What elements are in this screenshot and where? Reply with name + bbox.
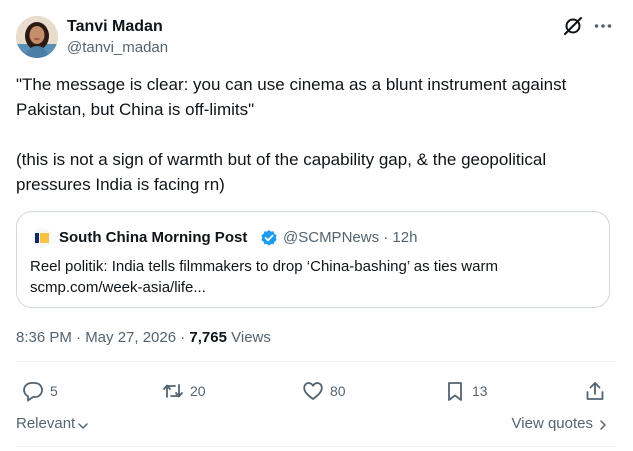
repost-button[interactable]: 20 — [162, 379, 206, 403]
bookmark-button[interactable]: 13 — [444, 379, 488, 403]
tweet-text: "The message is clear: you can use cinem… — [16, 72, 616, 197]
divider — [16, 446, 617, 447]
quoted-link: scmp.com/week-asia/life... — [30, 279, 206, 296]
reply-count: 5 — [50, 383, 58, 399]
reply-sort-dropdown[interactable]: Relevant — [16, 414, 89, 434]
more-icon[interactable] — [592, 15, 614, 37]
author-name[interactable]: Tanvi Madan — [67, 17, 163, 37]
author-avatar[interactable] — [16, 16, 58, 58]
tweet-timestamp[interactable]: 8:36 PM · May 27, 2026 · — [16, 329, 189, 346]
quoted-handle-time: @SCMPNews · 12h — [283, 229, 418, 246]
quoted-text: Reel politik: India tells filmmakers to … — [30, 256, 600, 298]
view-quotes-link[interactable]: View quotes — [512, 414, 609, 434]
reply-sort-label: Relevant — [16, 415, 76, 432]
tweet-paragraph: (this is not a sign of warmth but of the… — [16, 150, 547, 194]
tweet-card: Tanvi Madan @tanvi_madan "The message is… — [0, 0, 633, 451]
bookmark-icon — [448, 382, 462, 401]
author-handle[interactable]: @tanvi_madan — [67, 38, 168, 58]
like-icon — [303, 382, 323, 400]
verified-badge-icon — [260, 229, 278, 247]
share-button[interactable] — [584, 379, 606, 403]
chevron-down-icon — [78, 422, 88, 429]
avatar-photo — [16, 16, 58, 58]
chevron-right-icon — [600, 419, 606, 430]
scmp-logo-icon — [32, 228, 52, 248]
share-icon — [586, 382, 604, 400]
quoted-headline: Reel politik: India tells filmmakers to … — [30, 258, 498, 275]
grok-icon[interactable] — [562, 15, 584, 37]
like-count: 80 — [330, 383, 346, 399]
view-quotes-label: View quotes — [511, 415, 593, 432]
quoted-tweet[interactable]: South China Morning Post @SCMPNews · 12h… — [16, 211, 610, 308]
tweet-meta: 8:36 PM · May 27, 2026 · 7,765 Views — [16, 328, 271, 348]
divider — [16, 361, 617, 362]
bookmark-count: 13 — [472, 383, 488, 399]
repost-icon — [163, 384, 183, 398]
tweet-paragraph: "The message is clear: you can use cinem… — [16, 75, 567, 119]
quoted-source-name: South China Morning Post — [59, 229, 248, 246]
reply-icon — [23, 382, 43, 402]
views-label: Views — [226, 329, 271, 346]
views-count: 7,765 — [189, 329, 227, 346]
reply-button[interactable]: 5 — [22, 379, 58, 403]
like-button[interactable]: 80 — [302, 379, 346, 403]
repost-count: 20 — [190, 383, 206, 399]
